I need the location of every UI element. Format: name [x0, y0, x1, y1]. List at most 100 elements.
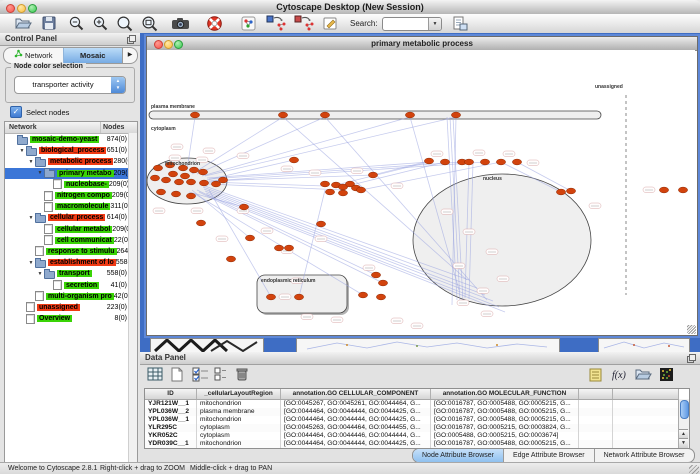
select-attributes-icon[interactable]: [191, 366, 210, 388]
table-row[interactable]: YPL036W__2plasma membrane[GO:0044464, GO…: [145, 408, 679, 416]
tree-row[interactable]: secretion41(0): [5, 279, 137, 290]
expand-arrow-icon[interactable]: ▼: [27, 159, 35, 165]
table-cell[interactable]: mitochondrion: [197, 400, 281, 408]
tree-scrollbar[interactable]: [128, 133, 137, 474]
table-column-header[interactable]: annotation.GO CELLULAR_COMPONENT: [281, 389, 431, 399]
tree-item-label[interactable]: response to stimulu: [46, 248, 117, 255]
tree-item-label[interactable]: cellular process: [48, 214, 105, 221]
table-cell[interactable]: [GO:0016787, GO:0005488, GO:0005215, G..…: [431, 400, 579, 408]
tree-row[interactable]: response to stimulu264(0): [5, 246, 137, 257]
table-cell[interactable]: YLR295C: [145, 424, 197, 432]
tree-row[interactable]: macromolecule311(0): [5, 201, 137, 212]
table-cell[interactable]: [GO:0044464, GO:0044444, GO:0044425, G..…: [281, 408, 431, 416]
search-input-field[interactable]: [383, 18, 428, 30]
table-cell[interactable]: [GO:0005488, GO:0005215, GO:0003674]: [431, 432, 579, 440]
tab-node-attribute-browser[interactable]: Node Attribute Browser: [413, 449, 503, 462]
table-cell[interactable]: cytoplasm: [197, 432, 281, 440]
table-cell[interactable]: plasma membrane: [197, 408, 281, 416]
table-cell[interactable]: YJR121W__1: [145, 400, 197, 408]
table-cell[interactable]: YKR052C: [145, 432, 197, 440]
table-cell[interactable]: [GO:0045267, GO:0045261, GO:0044464, G..…: [281, 400, 431, 408]
network-window-titlebar[interactable]: primary metabolic process: [147, 37, 697, 51]
import-attributes-icon[interactable]: [634, 366, 652, 387]
tree-item-label[interactable]: unassigned: [37, 304, 80, 311]
expand-arrow-icon[interactable]: ▼: [18, 148, 26, 154]
table-cell[interactable]: mitochondrion: [197, 416, 281, 424]
tab-edge-attribute-browser[interactable]: Edge Attribute Browser: [503, 449, 594, 462]
table-cell[interactable]: [613, 440, 679, 448]
minimize-view-icon[interactable]: [164, 40, 173, 49]
formula-icon[interactable]: f(x): [610, 366, 630, 388]
background-window-fragment[interactable]: [150, 338, 264, 353]
expand-arrow-icon[interactable]: ▼: [36, 271, 44, 277]
notes-icon[interactable]: [588, 366, 605, 388]
tree-item-label[interactable]: Overview: [37, 315, 72, 322]
tree-row[interactable]: nitrogen compo209(0): [5, 190, 137, 201]
scrollbar-thumb[interactable]: [680, 400, 689, 419]
table-scrollbar[interactable]: ▲ ▼: [678, 399, 689, 448]
network-view-window[interactable]: primary metabolic process plasma membran…: [146, 36, 698, 336]
zoom-window-icon[interactable]: [28, 4, 37, 13]
tree-row[interactable]: Overview8(0): [5, 313, 137, 324]
table-cell[interactable]: [GO:0016787, GO:0005215, GO:0003824, G..…: [431, 424, 579, 432]
expand-arrow-icon[interactable]: ▼: [27, 215, 35, 221]
table-column-header[interactable]: annotation.GO MOLECULAR_FUNCTION: [431, 389, 579, 399]
table-cell[interactable]: [613, 400, 679, 408]
tree-item-label[interactable]: cell communicat: [55, 237, 114, 244]
matrix-icon[interactable]: [658, 366, 675, 388]
more-tabs-arrow-icon[interactable]: ▶: [122, 48, 137, 63]
tree-item-label[interactable]: mosaic-demo-yeast: [30, 136, 99, 143]
table-cell[interactable]: [613, 432, 679, 440]
background-window-fragment[interactable]: [598, 338, 690, 353]
table-cell[interactable]: [GO:0016787, GO:0005488, GO:0005215, G..…: [431, 440, 579, 448]
table-cell[interactable]: [579, 424, 613, 432]
table-cell[interactable]: [613, 424, 679, 432]
tree-row[interactable]: unassigned223(0): [5, 302, 137, 313]
tab-mosaic[interactable]: Mosaic: [63, 48, 123, 63]
tree-item-label[interactable]: macromolecule: [55, 203, 110, 210]
table-cell[interactable]: YPL036W__2: [145, 408, 197, 416]
table-cell[interactable]: cytoplasm: [197, 424, 281, 432]
tree-row[interactable]: ▼primary metabo209(...: [5, 168, 137, 179]
tree-item-label[interactable]: multi-organism pro: [46, 293, 114, 300]
table-cell[interactable]: [579, 432, 613, 440]
tree-row[interactable]: mosaic-demo-yeast874(0): [5, 134, 137, 145]
background-window-fragment[interactable]: [296, 338, 560, 353]
table-cell[interactable]: [GO:0016787, GO:0005488, GO:0005215, G..…: [431, 416, 579, 424]
tree-item-label[interactable]: secretion: [64, 282, 99, 289]
table-cell[interactable]: mitochondrion: [197, 440, 281, 448]
tree-row[interactable]: ▼metabolic process280(0): [5, 156, 137, 167]
scroll-down-icon[interactable]: ▼: [679, 438, 688, 448]
table-cell[interactable]: [579, 408, 613, 416]
table-row[interactable]: YLR295Ccytoplasm[GO:0045263, GO:0044464,…: [145, 424, 679, 432]
window-resize-grip[interactable]: [687, 325, 696, 334]
expand-arrow-icon[interactable]: ▼: [36, 170, 44, 176]
tree-row[interactable]: ▼biological_process651(0): [5, 145, 137, 156]
app-resize-grip[interactable]: [689, 465, 699, 474]
tree-row[interactable]: cell communicat22(0): [5, 235, 137, 246]
tree-item-label[interactable]: primary metabo: [57, 170, 114, 177]
tree-column-nodes[interactable]: Nodes: [100, 122, 137, 133]
table-column-header[interactable]: ID: [145, 389, 197, 399]
table-cell[interactable]: [GO:0044464, GO:0044446, GO:0044444, G..…: [281, 432, 431, 440]
unselect-attributes-icon[interactable]: [213, 366, 228, 388]
tree-row[interactable]: ▼transport558(0): [5, 268, 137, 279]
table-cell[interactable]: [GO:0016787, GO:0005488, GO:0005215, G..…: [431, 408, 579, 416]
table-cell[interactable]: [GO:0045263, GO:0044464, GO:0044455, G..…: [281, 424, 431, 432]
dropdown-stepper-icon[interactable]: ▲▼: [111, 77, 125, 93]
select-nodes-checkbox[interactable]: ✓: [10, 106, 22, 118]
close-window-icon[interactable]: [6, 4, 15, 13]
tab-network[interactable]: Network: [4, 48, 63, 63]
tab-network-attribute-browser[interactable]: Network Attribute Browser: [594, 449, 694, 462]
table-cell[interactable]: [613, 416, 679, 424]
table-cell[interactable]: YDR039C__1: [145, 440, 197, 448]
tree-column-network[interactable]: Network: [5, 122, 100, 133]
new-attribute-icon[interactable]: [169, 366, 186, 388]
zoom-view-icon[interactable]: [174, 40, 183, 49]
tree-item-label[interactable]: nucleobase-: [64, 181, 109, 188]
tree-row[interactable]: nucleobase-209(0): [5, 179, 137, 190]
table-cell[interactable]: [579, 400, 613, 408]
table-cell[interactable]: [GO:0044464, GO:0044444, GO:0044425, G..…: [281, 440, 431, 448]
tree-row[interactable]: multi-organism pro42(0): [5, 291, 137, 302]
expand-arrow-icon[interactable]: ▼: [27, 260, 35, 266]
